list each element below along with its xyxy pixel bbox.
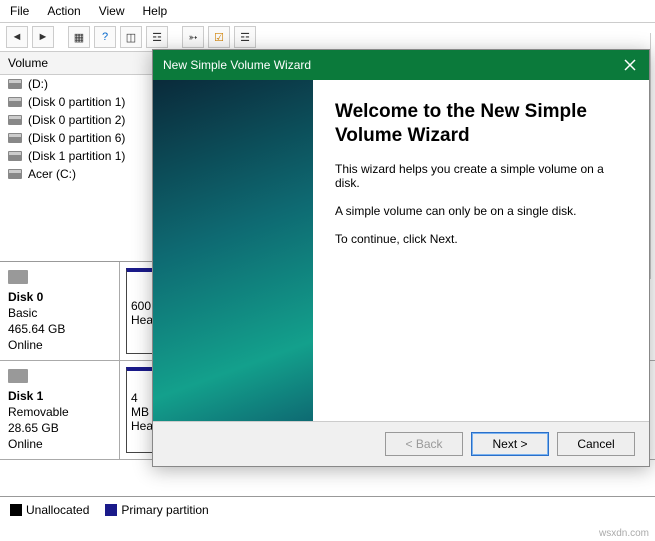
volume-label: (Disk 0 partition 6)	[28, 131, 125, 145]
disk-1-info[interactable]: Disk 1 Removable 28.65 GB Online	[0, 361, 120, 459]
disk-status: Online	[8, 437, 111, 451]
toolbar-btn-4[interactable]: ➳	[182, 26, 204, 48]
back-button: < Back	[385, 432, 463, 456]
volume-label: (Disk 1 partition 1)	[28, 149, 125, 163]
wizard-text-2: A simple volume can only be on a single …	[335, 204, 627, 218]
toolbar-btn-6[interactable]: ☲	[234, 26, 256, 48]
volume-label: (Disk 0 partition 2)	[28, 113, 125, 127]
legend: Unallocated Primary partition	[0, 497, 655, 523]
disk-0-info[interactable]: Disk 0 Basic 465.64 GB Online	[0, 262, 120, 360]
disk-type: Removable	[8, 405, 111, 419]
disk-type: Basic	[8, 306, 111, 320]
volume-label: (D:)	[28, 77, 48, 91]
wizard-heading: Welcome to the New Simple Volume Wizard	[335, 100, 627, 148]
disk-size: 28.65 GB	[8, 421, 111, 435]
menu-help[interactable]: Help	[143, 4, 168, 18]
wizard-button-bar: < Back Next > Cancel	[153, 421, 649, 466]
menubar: File Action View Help	[0, 0, 655, 23]
wizard-content: Welcome to the New Simple Volume Wizard …	[313, 80, 649, 421]
wizard-sidebar-image	[153, 80, 313, 421]
wizard-text-1: This wizard helps you create a simple vo…	[335, 162, 627, 190]
legend-primary: Primary partition	[105, 503, 208, 517]
toolbar: ◄ ► ▦ ? ◫ ☲ ➳ ☑ ☲	[0, 23, 655, 52]
close-icon[interactable]	[621, 56, 639, 74]
drive-icon	[8, 133, 22, 143]
disk-name: Disk 1	[8, 389, 111, 403]
toolbar-btn-5[interactable]: ☑	[208, 26, 230, 48]
disk-name: Disk 0	[8, 290, 111, 304]
wizard-title: New Simple Volume Wizard	[163, 58, 311, 72]
drive-icon	[8, 97, 22, 107]
help-button[interactable]: ?	[94, 26, 116, 48]
wizard-titlebar[interactable]: New Simple Volume Wizard	[153, 50, 649, 80]
toolbar-btn-3[interactable]: ☲	[146, 26, 168, 48]
column-volume[interactable]: Volume	[0, 52, 160, 74]
toolbar-btn-2[interactable]: ◫	[120, 26, 142, 48]
disk-icon	[8, 369, 28, 383]
drive-icon	[8, 169, 22, 179]
wizard-body: Welcome to the New Simple Volume Wizard …	[153, 80, 649, 421]
toolbar-btn-1[interactable]: ▦	[68, 26, 90, 48]
disk-status: Online	[8, 338, 111, 352]
drive-icon	[8, 115, 22, 125]
next-button[interactable]: Next >	[471, 432, 549, 456]
menu-file[interactable]: File	[10, 4, 29, 18]
right-edge	[650, 33, 655, 279]
wizard-text-3: To continue, click Next.	[335, 232, 627, 246]
volume-label: (Disk 0 partition 1)	[28, 95, 125, 109]
cancel-button[interactable]: Cancel	[557, 432, 635, 456]
volume-label: Acer (C:)	[28, 167, 76, 181]
legend-unallocated: Unallocated	[10, 503, 89, 517]
disk-size: 465.64 GB	[8, 322, 111, 336]
forward-button[interactable]: ►	[32, 26, 54, 48]
menu-action[interactable]: Action	[47, 4, 80, 18]
drive-icon	[8, 79, 22, 89]
watermark: wsxdn.com	[599, 528, 649, 539]
legend-swatch-unallocated	[10, 504, 22, 516]
menu-view[interactable]: View	[99, 4, 125, 18]
disk-icon	[8, 270, 28, 284]
new-simple-volume-wizard: New Simple Volume Wizard Welcome to the …	[152, 49, 650, 467]
legend-swatch-primary	[105, 504, 117, 516]
back-button[interactable]: ◄	[6, 26, 28, 48]
drive-icon	[8, 151, 22, 161]
